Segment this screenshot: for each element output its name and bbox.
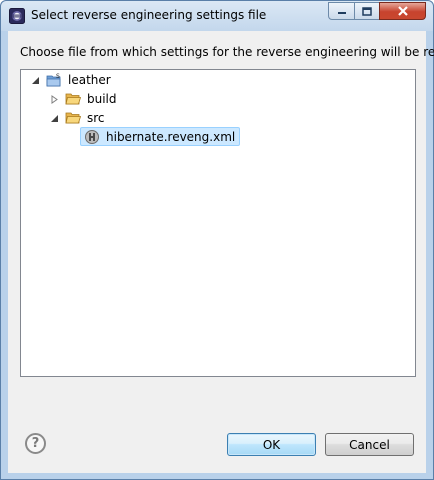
close-button[interactable] bbox=[379, 2, 426, 20]
dialog-window: Select reverse engineering settings file… bbox=[0, 0, 434, 480]
cancel-button[interactable]: Cancel bbox=[325, 433, 414, 456]
tree-node-label: build bbox=[87, 92, 117, 106]
ok-button-label: OK bbox=[262, 437, 281, 452]
folder-icon bbox=[65, 93, 81, 105]
file-tree[interactable]: S leather build src hibernate.reveng.xml bbox=[20, 69, 416, 377]
svg-text:S: S bbox=[56, 73, 60, 80]
tree-node-src[interactable]: src bbox=[50, 109, 107, 127]
expanded-arrow-icon[interactable] bbox=[50, 114, 59, 123]
minimize-button[interactable] bbox=[328, 2, 355, 20]
eclipse-icon bbox=[9, 8, 25, 24]
close-icon bbox=[397, 6, 408, 16]
minimize-icon bbox=[337, 12, 346, 14]
ok-button[interactable]: OK bbox=[227, 433, 316, 456]
maximize-button[interactable] bbox=[354, 2, 380, 20]
folder-icon bbox=[65, 112, 81, 124]
tree-node-leather[interactable]: S leather bbox=[31, 71, 113, 89]
hibernate-file-icon bbox=[85, 129, 99, 144]
window-title: Select reverse engineering settings file bbox=[31, 8, 267, 22]
expanded-arrow-icon[interactable] bbox=[31, 76, 40, 85]
cancel-button-label: Cancel bbox=[349, 437, 390, 452]
tree-node-label: src bbox=[87, 111, 105, 125]
dialog-message: Choose file from which settings for the … bbox=[20, 45, 434, 59]
tree-node-label: leather bbox=[68, 73, 111, 87]
tree-node-hibernate-reveng-xml[interactable]: hibernate.reveng.xml bbox=[80, 127, 241, 146]
help-icon[interactable]: ? bbox=[25, 433, 46, 454]
maximize-icon bbox=[362, 6, 372, 16]
tree-node-build[interactable]: build bbox=[50, 90, 119, 108]
project-folder-icon: S bbox=[46, 73, 61, 87]
tree-node-label: hibernate.reveng.xml bbox=[106, 129, 236, 144]
help-glyph: ? bbox=[31, 436, 40, 451]
dialog-body: Choose file from which settings for the … bbox=[8, 31, 434, 473]
title-bar[interactable]: Select reverse engineering settings file bbox=[1, 1, 433, 31]
collapsed-arrow-icon[interactable] bbox=[50, 94, 59, 104]
